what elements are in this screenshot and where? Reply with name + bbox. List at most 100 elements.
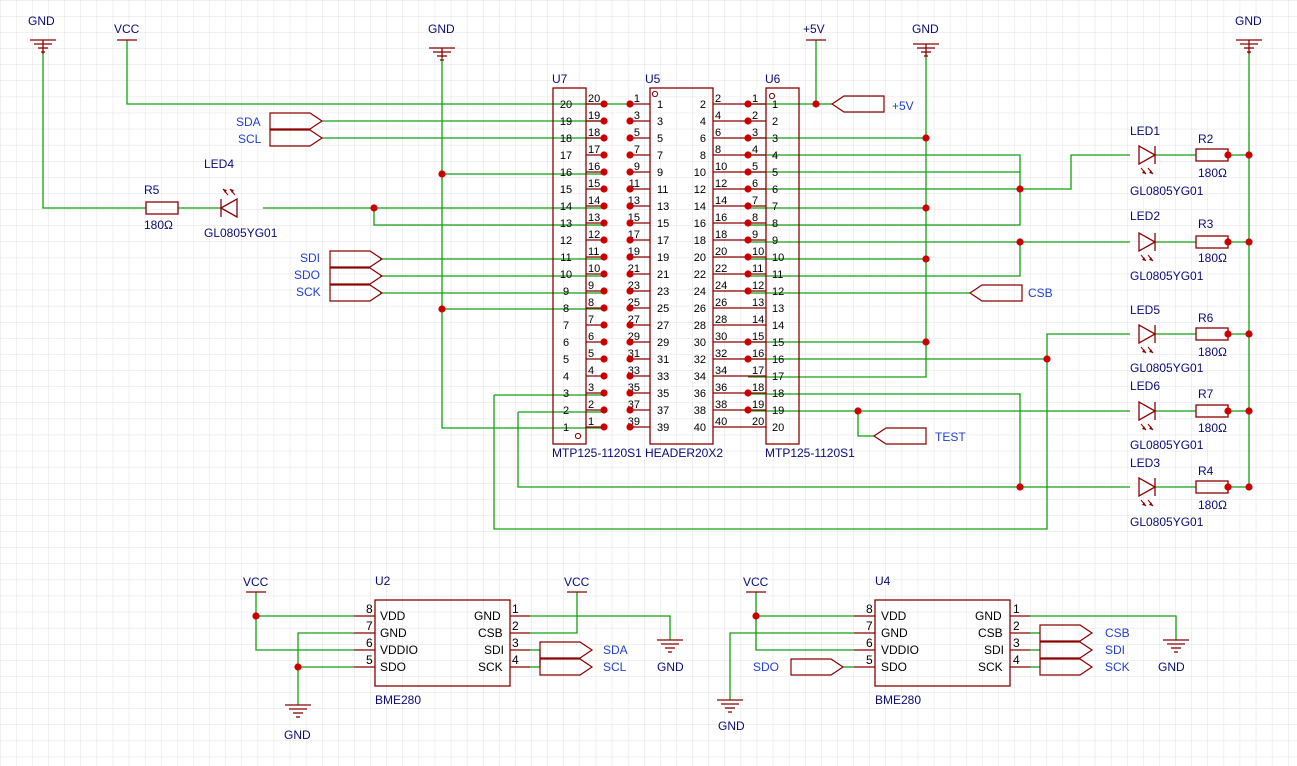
junction-dot	[600, 219, 608, 227]
u5-even-label: 32	[694, 354, 706, 366]
junction-dot	[626, 287, 634, 295]
junction-dot	[854, 407, 862, 415]
u6-pin-label: 5	[772, 167, 778, 179]
u5-even-label: 14	[694, 201, 706, 213]
u7-pin-num: 13	[588, 212, 600, 224]
net-sdo: SDO	[294, 268, 320, 282]
u6-value: MTP125-1120S1	[765, 446, 855, 460]
junction-dot	[1245, 151, 1253, 159]
u5-odd-label: 21	[657, 269, 669, 281]
junction-dot	[600, 236, 608, 244]
net-csb-u4: CSB	[1105, 626, 1130, 640]
u5-value: HEADER20X2	[645, 446, 723, 460]
u6-pin-label: 10	[772, 252, 784, 264]
u6-pin-label: 6	[772, 184, 778, 196]
junction-dot	[626, 185, 634, 193]
u7-pin-label: 14	[560, 201, 572, 213]
u6-pin-label: 12	[772, 286, 784, 298]
u5-even-num: 38	[715, 399, 727, 411]
led2-value: GL0805YG01	[1130, 269, 1204, 283]
u4-pin-vdd: VDD	[881, 609, 907, 623]
u7-pin-label: 1	[563, 422, 569, 434]
junction-dot	[370, 204, 378, 212]
u2-pin-num-7: 7	[366, 619, 373, 633]
u5-even-label: 30	[694, 337, 706, 349]
u5-odd-label: 23	[657, 286, 669, 298]
u7-pin-num: 14	[588, 195, 600, 207]
junction-dot	[1224, 330, 1232, 338]
u5-odd-label: 5	[657, 133, 663, 145]
u5-odd-label: 9	[657, 167, 663, 179]
junction-dot	[626, 236, 634, 244]
u7-pin-num: 8	[588, 297, 594, 309]
junction-dot	[626, 304, 634, 312]
u5-odd-num: 5	[634, 127, 640, 139]
u6-pin-label: 9	[772, 235, 778, 247]
r4-ref: R4	[1198, 464, 1214, 478]
u5-odd-label: 35	[657, 388, 669, 400]
junction-dot	[626, 151, 634, 159]
u6-pin-label: 18	[772, 388, 784, 400]
junction-dot	[1224, 151, 1232, 159]
gnd-label-2: GND	[428, 22, 455, 36]
u5-odd-label: 7	[657, 150, 663, 162]
r7-ref: R7	[1198, 387, 1214, 401]
r5-value: 180Ω	[144, 218, 173, 232]
u5-odd-label: 19	[657, 252, 669, 264]
junction-dot	[744, 270, 752, 278]
u7-pin-num: 19	[588, 110, 600, 122]
u6-pin-label: 7	[772, 201, 778, 213]
u6-pin-label: 2	[772, 116, 778, 128]
r6-ref: R6	[1198, 311, 1214, 325]
junction-dot	[626, 168, 634, 176]
u5-even-label: 4	[700, 116, 706, 128]
u7-pin-label: 20	[560, 99, 572, 111]
junction-dot	[600, 151, 608, 159]
u6-pin-label: 14	[772, 320, 784, 332]
u5-even-label: 36	[694, 388, 706, 400]
net-csb: CSB	[1028, 286, 1053, 300]
r6-value: 180Ω	[1198, 345, 1227, 359]
u5-even-num: 16	[715, 212, 727, 224]
u2-pin-num-3: 3	[512, 636, 519, 650]
u5-even-num: 26	[715, 297, 727, 309]
u7-pin-label: 19	[560, 116, 572, 128]
u7-pin-num: 18	[588, 127, 600, 139]
u7-pin-num: 11	[588, 246, 599, 258]
junction-dot	[626, 372, 634, 380]
u5-even-num: 14	[715, 195, 727, 207]
u5-even-num: 6	[715, 127, 721, 139]
u7-pin-num: 15	[588, 178, 600, 190]
u5-odd-label: 3	[657, 116, 663, 128]
u5-even-num: 40	[715, 416, 727, 428]
u2-pin-num-1: 1	[512, 602, 519, 616]
u4-pin-csb: CSB	[978, 626, 1003, 640]
u2-ref: U2	[375, 574, 391, 588]
u6-pin-num: 20	[752, 416, 764, 428]
u5-even-num: 36	[715, 382, 727, 394]
junction-dot	[600, 355, 608, 363]
u2-pin-sck: SCK	[478, 660, 503, 674]
u7-pin-num: 10	[588, 263, 600, 275]
u5-odd-label: 25	[657, 303, 669, 315]
u6-pin-label: 4	[772, 150, 778, 162]
junction-dot	[812, 100, 820, 108]
junction-dot	[626, 406, 634, 414]
u5-even-label: 10	[694, 167, 706, 179]
junction-dot	[626, 100, 634, 108]
net-sck: SCK	[296, 285, 321, 299]
u4-pin-num-8: 8	[866, 602, 873, 616]
u6-pin-label: 11	[772, 269, 783, 281]
u6-pin-num: 12	[752, 280, 764, 292]
junction-dot	[600, 304, 608, 312]
u2-pin-num-6: 6	[366, 636, 373, 650]
junction-dot	[922, 134, 930, 142]
u5-even-num: 24	[715, 280, 727, 292]
led1-value: GL0805YG01	[1130, 184, 1204, 198]
u5-even-label: 28	[694, 320, 706, 332]
u5-odd-num: 9	[634, 161, 640, 173]
net-scl: SCL	[238, 132, 262, 146]
u6-pin-num: 17	[752, 365, 764, 377]
r7-value: 180Ω	[1198, 421, 1227, 435]
junction-dot	[600, 372, 608, 380]
